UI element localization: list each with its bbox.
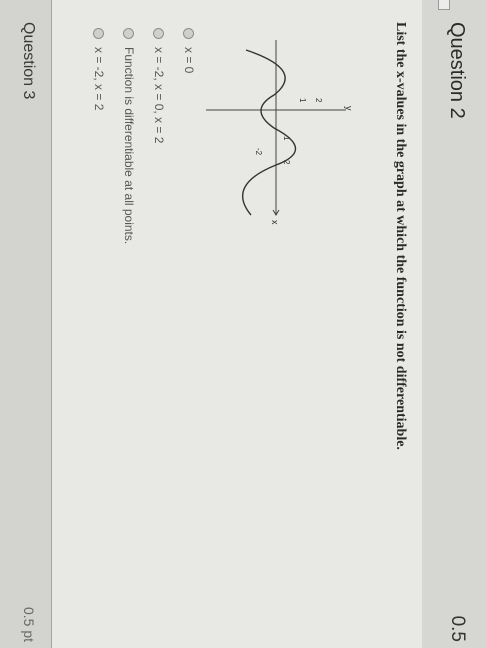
radio-icon[interactable] (122, 28, 134, 39)
radio-icon[interactable] (182, 28, 194, 39)
x-axis-label: x (270, 220, 280, 225)
tick-label-y1: 1 (298, 98, 307, 103)
question3-title: Question 3 (20, 22, 37, 100)
radio-icon[interactable] (152, 28, 164, 39)
option-3[interactable]: Function is differentiable at all points… (122, 28, 136, 244)
flag-icon[interactable] (438, 0, 450, 10)
question-points: 0.5 (447, 615, 468, 642)
tick-label-y2: 2 (314, 98, 323, 103)
question3-header: Question 3 0.5 pt (0, 0, 52, 648)
option-4[interactable]: x = -2, x = 2 (92, 28, 106, 110)
radio-icon[interactable] (92, 28, 104, 39)
quiz-page: Question 2 0.5 List the x-values in the … (0, 0, 486, 648)
function-graph: x y 2 1 -2 1 2 (206, 40, 354, 225)
option-1[interactable]: x = 0 (182, 28, 196, 73)
option-1-label: x = 0 (182, 47, 196, 74)
option-3-label: Function is differentiable at all points… (122, 47, 136, 245)
question-header: Question 2 0.5 (421, 0, 486, 648)
option-4-label: x = -2, x = 2 (92, 47, 106, 111)
question-prompt: List the x-values in the graph at which … (393, 22, 408, 450)
option-2-label: x = -2, x = 0, x = 2 (152, 47, 166, 144)
function-curve (241, 49, 297, 216)
tick-label-x-neg2: -2 (254, 148, 263, 156)
question-title: Question 2 (446, 22, 468, 119)
question-body: List the x-values in the graph at which … (52, 0, 422, 648)
option-2[interactable]: x = -2, x = 0, x = 2 (152, 28, 166, 143)
y-axis-label: y (344, 106, 354, 111)
question3-points: 0.5 pt (21, 606, 37, 642)
